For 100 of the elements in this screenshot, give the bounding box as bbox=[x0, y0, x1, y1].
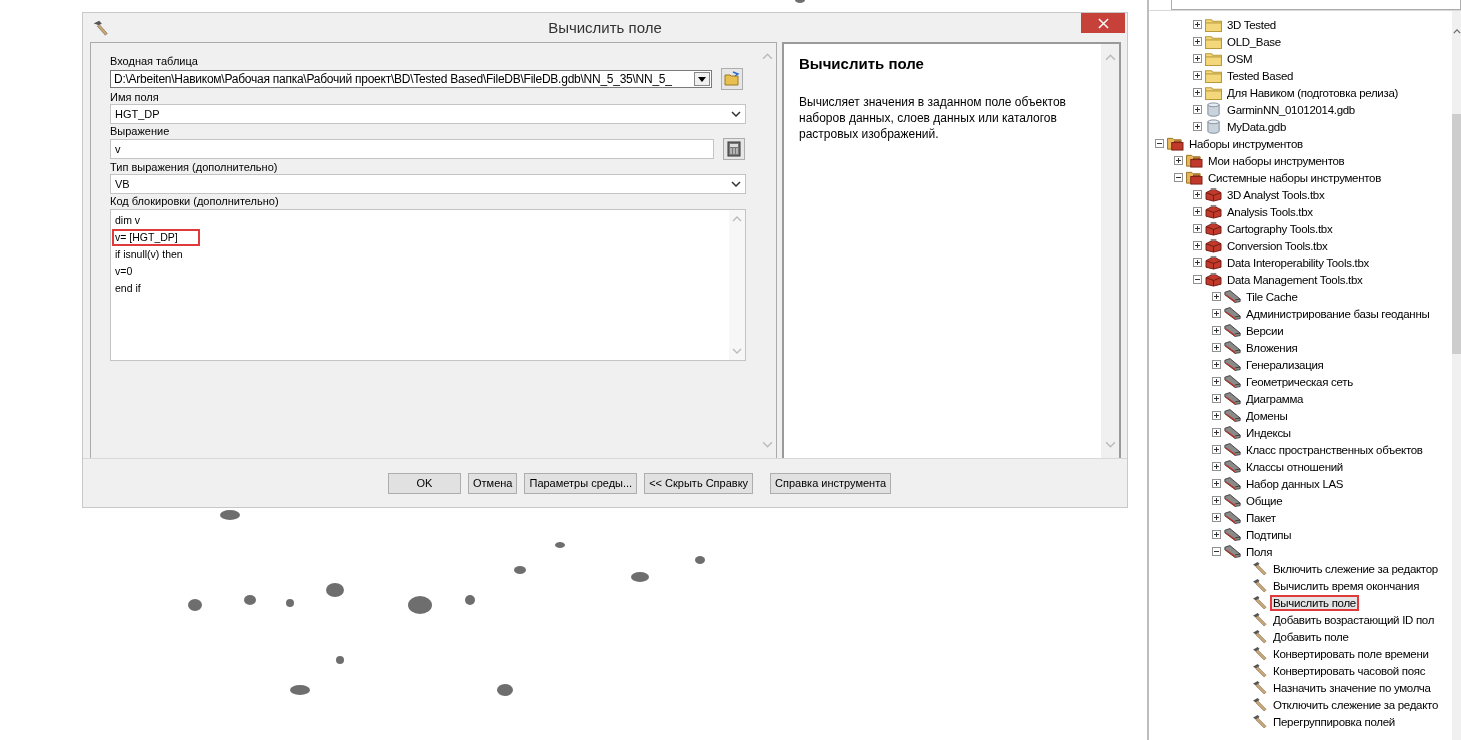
tree-item[interactable]: Домены bbox=[1243, 407, 1291, 424]
hammer-icon bbox=[1251, 629, 1268, 644]
expression-field[interactable]: v bbox=[110, 139, 714, 159]
dropdown-field[interactable]: VB bbox=[110, 174, 746, 194]
tree-item[interactable]: Conversion Tools.tbx bbox=[1224, 237, 1331, 254]
expander-icon[interactable] bbox=[1193, 37, 1202, 46]
tree-item[interactable]: Analysis Tools.tbx bbox=[1224, 203, 1316, 220]
input-table-dropdown[interactable]: D:\Arbeiten\Навиком\Рабочая папка\Рабочий проект\BD\Tested Based\FileDB\FileDB.gdb\NN_5_35\NN_5_ bbox=[110, 70, 712, 88]
expander-icon[interactable] bbox=[1155, 139, 1164, 148]
tree-item[interactable]: Класс пространственных объектов bbox=[1243, 441, 1426, 458]
expander-icon[interactable] bbox=[1193, 258, 1202, 267]
browse-button[interactable] bbox=[721, 68, 743, 90]
close-button[interactable] bbox=[1081, 13, 1125, 33]
expander-icon[interactable] bbox=[1212, 411, 1221, 420]
scroll-up-icon[interactable] bbox=[1452, 29, 1461, 34]
tree-item[interactable]: Cartography Tools.tbx bbox=[1224, 220, 1336, 237]
tree-item[interactable]: Подтипы bbox=[1243, 526, 1295, 543]
tree-item[interactable]: Индексы bbox=[1243, 424, 1294, 441]
code-area[interactable]: dim v v= [HGT_DP] if isnull(v) then v=0 end if bbox=[110, 209, 746, 361]
tree-item[interactable]: Классы отношений bbox=[1243, 458, 1346, 475]
dialog-button[interactable]: Отмена bbox=[468, 472, 518, 494]
expander-icon[interactable] bbox=[1212, 292, 1221, 301]
expander-icon[interactable] bbox=[1193, 275, 1202, 284]
tree-item[interactable]: Вычислить время окончания bbox=[1270, 577, 1423, 594]
toolset-icon bbox=[1224, 425, 1241, 440]
hammer-icon bbox=[91, 18, 109, 37]
tree-item[interactable]: Диаграмма bbox=[1243, 390, 1307, 407]
dialog-button[interactable]: OK bbox=[388, 472, 461, 494]
expander-icon[interactable] bbox=[1193, 105, 1202, 114]
expander-icon[interactable] bbox=[1193, 241, 1202, 250]
tree-item[interactable]: Добавить возрастающий ID пол bbox=[1270, 611, 1438, 628]
tool-help-button[interactable]: Справка инструмента bbox=[770, 472, 892, 494]
expander-icon[interactable] bbox=[1212, 377, 1221, 386]
tree-item[interactable]: Пакет bbox=[1243, 509, 1279, 526]
dialog-button[interactable]: << Скрыть Справку bbox=[644, 472, 754, 494]
database-icon bbox=[1205, 102, 1222, 117]
calculator-button[interactable] bbox=[723, 138, 745, 160]
expander-icon[interactable] bbox=[1193, 71, 1202, 80]
tree-item[interactable]: Поля bbox=[1243, 543, 1276, 560]
help-title: Вычислить поле bbox=[799, 55, 925, 72]
expander-icon[interactable] bbox=[1212, 547, 1221, 556]
expander-icon[interactable] bbox=[1212, 496, 1221, 505]
hammer-icon bbox=[1251, 578, 1268, 593]
tree-item[interactable]: OLD_Base bbox=[1224, 33, 1284, 50]
expander-icon[interactable] bbox=[1212, 513, 1221, 522]
expander-icon[interactable] bbox=[1193, 20, 1202, 29]
expander-icon[interactable] bbox=[1174, 156, 1183, 165]
tree-item[interactable]: Отключить слежение за редакто bbox=[1270, 696, 1441, 713]
tree-item[interactable]: 3D Tested bbox=[1224, 16, 1279, 33]
toolbox-folder-icon bbox=[1186, 170, 1203, 185]
caret-icon[interactable] bbox=[694, 72, 710, 86]
expander-icon[interactable] bbox=[1193, 190, 1202, 199]
tree-item[interactable]: Перегруппировка полей bbox=[1270, 713, 1398, 730]
tree-item[interactable]: Вложения bbox=[1243, 339, 1301, 356]
scrollbar[interactable] bbox=[1452, 11, 1461, 740]
expander-icon[interactable] bbox=[1212, 530, 1221, 539]
tree-item[interactable]: Для Навиком (подготовка релиза) bbox=[1224, 84, 1402, 101]
tree-item[interactable]: Включить слежение за редактор bbox=[1270, 560, 1441, 577]
tree-item[interactable]: Добавить поле bbox=[1270, 628, 1352, 645]
tree-item[interactable]: Версии bbox=[1243, 322, 1287, 339]
tree-item[interactable]: Наборы инструментов bbox=[1186, 135, 1306, 152]
tree-item[interactable]: Администрирование базы геоданны bbox=[1243, 305, 1433, 322]
expander-icon[interactable] bbox=[1212, 394, 1221, 403]
tree-item[interactable]: 3D Analyst Tools.tbx bbox=[1224, 186, 1328, 203]
expander-icon[interactable] bbox=[1193, 224, 1202, 233]
tree-item[interactable]: Системные наборы инструментов bbox=[1205, 169, 1384, 186]
tree-item[interactable]: GarminNN_01012014.gdb bbox=[1224, 101, 1358, 118]
toolbox-icon bbox=[1205, 187, 1222, 202]
expander-icon[interactable] bbox=[1212, 479, 1221, 488]
tree-item[interactable]: Мои наборы инструментов bbox=[1205, 152, 1348, 169]
tree-item[interactable]: Набор данных LAS bbox=[1243, 475, 1347, 492]
toolbox-folder-icon bbox=[1167, 136, 1184, 151]
expander-icon[interactable] bbox=[1212, 309, 1221, 318]
dialog-button[interactable]: Параметры среды... bbox=[524, 472, 638, 494]
tree-item[interactable]: Tile Cache bbox=[1243, 288, 1301, 305]
tree-item[interactable]: Data Interoperability Tools.tbx bbox=[1224, 254, 1372, 271]
toolset-icon bbox=[1224, 527, 1241, 542]
expander-icon[interactable] bbox=[1212, 428, 1221, 437]
expander-icon[interactable] bbox=[1193, 122, 1202, 131]
expander-icon[interactable] bbox=[1193, 88, 1202, 97]
tree-item[interactable]: Генерализация bbox=[1243, 356, 1327, 373]
tree-item[interactable]: Tested Based bbox=[1224, 67, 1297, 84]
expander-icon[interactable] bbox=[1212, 360, 1221, 369]
tree-item[interactable]: Data Management Tools.tbx bbox=[1224, 271, 1366, 288]
expander-icon[interactable] bbox=[1212, 462, 1221, 471]
tree-item[interactable]: OSM bbox=[1224, 50, 1256, 67]
expander-icon[interactable] bbox=[1174, 173, 1183, 182]
tree-item[interactable]: Вычислить поле bbox=[1270, 594, 1359, 611]
tree-item[interactable]: Конвертировать часовой пояс bbox=[1270, 662, 1429, 679]
tree-item[interactable]: Геометрическая сеть bbox=[1243, 373, 1356, 390]
tree-item[interactable]: Конвертировать поле времени bbox=[1270, 645, 1432, 662]
expander-icon[interactable] bbox=[1193, 54, 1202, 63]
tree-item[interactable]: Общие bbox=[1243, 492, 1286, 509]
tree-item[interactable]: MyData.gdb bbox=[1224, 118, 1289, 135]
expander-icon[interactable] bbox=[1212, 343, 1221, 352]
dropdown-field[interactable]: HGT_DP bbox=[110, 104, 746, 124]
expander-icon[interactable] bbox=[1212, 445, 1221, 454]
expander-icon[interactable] bbox=[1212, 326, 1221, 335]
expander-icon[interactable] bbox=[1193, 207, 1202, 216]
tree-item[interactable]: Назначить значение по умолча bbox=[1270, 679, 1434, 696]
